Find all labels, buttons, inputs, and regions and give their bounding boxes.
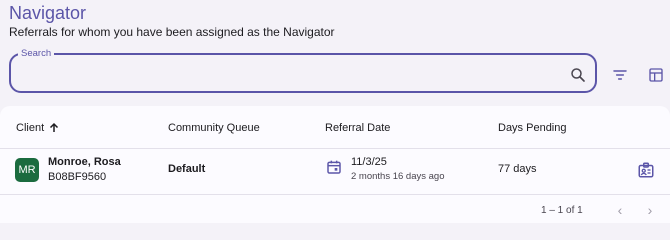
avatar: MR (15, 158, 39, 182)
search-field[interactable] (9, 53, 597, 93)
page-subtitle: Referrals for whom you have been assigne… (9, 25, 335, 39)
community-queue: Default (168, 163, 206, 175)
columns-button[interactable] (645, 64, 667, 86)
filter-icon (613, 70, 627, 80)
referral-date: 11/3/25 (351, 156, 387, 168)
header-divider (0, 148, 670, 149)
next-page-icon[interactable]: › (643, 203, 657, 217)
search-input[interactable] (25, 63, 569, 85)
row-divider (0, 194, 670, 195)
column-header-community-queue[interactable]: Community Queue (168, 122, 260, 134)
search-icon[interactable] (569, 66, 587, 84)
pagination-range: 1 – 1 of 1 (541, 205, 583, 216)
column-header-label: Client (16, 122, 45, 134)
column-header-referral-date[interactable]: Referral Date (325, 122, 390, 134)
column-header-client[interactable]: Client (16, 122, 60, 134)
calendar-icon (327, 160, 341, 174)
days-pending: 77 days (498, 163, 537, 175)
table-columns-icon (649, 68, 663, 82)
referral-relative-time: 2 months 16 days ago (351, 171, 445, 182)
page-title: Navigator (9, 3, 87, 23)
referrals-table: Client Community Queue Referral Date Day… (0, 106, 670, 223)
client-id: B08BF9560 (48, 171, 107, 183)
filter-button[interactable] (609, 64, 631, 86)
sort-ascending-icon[interactable] (48, 122, 60, 134)
client-name[interactable]: Monroe, Rosa (48, 156, 121, 168)
search-label: Search (18, 48, 55, 59)
previous-page-icon[interactable]: ‹ (613, 203, 627, 217)
contact-card-icon[interactable] (637, 161, 655, 179)
column-header-days-pending[interactable]: Days Pending (498, 122, 567, 134)
